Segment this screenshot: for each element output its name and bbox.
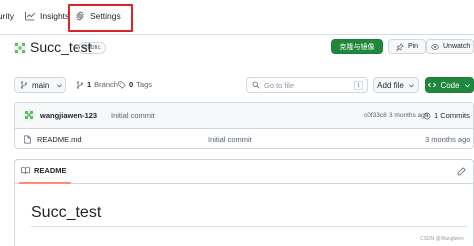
readme-header: README [15,160,474,184]
commit-hash[interactable]: c0f33c8 [364,112,387,119]
add-file-button[interactable]: Add file [373,77,419,93]
tag-count: 0 [129,80,134,89]
code-label: Code [440,80,460,90]
file-icon [24,135,31,144]
tab-insights-label: Insights [40,11,70,21]
tag-word: Tags [136,80,153,89]
git-branch-icon [20,81,28,89]
branch-name: main [32,80,50,90]
readme-tab-label: README [34,166,67,175]
pencil-icon[interactable] [457,167,466,176]
branch-selector[interactable]: main [14,77,66,93]
chevron-down-icon [57,83,63,87]
tags-link[interactable]: 0 Tags [118,80,152,89]
pin-button[interactable]: Pin [388,39,426,54]
tag-icon [118,80,126,89]
pin-icon [396,42,404,51]
go-to-file-search[interactable]: t [246,77,368,93]
readme-heading: Succ_test [31,204,102,221]
graph-icon [25,11,35,21]
branch-word: Branch [94,80,118,89]
file-table: wangjiawen-123 Initial commit c0f33c8 3 … [14,102,474,149]
branches-link[interactable]: 1 Branch [76,80,118,89]
file-commit-time: 3 months ago [425,135,471,144]
repo-identicon-icon [14,42,26,54]
commits-history-link[interactable]: 1 Commits [423,111,470,120]
pin-label: Pin [407,43,419,50]
settings-highlight-annotation [68,4,133,32]
table-row[interactable]: README.md Initial commit 3 months ago [15,130,473,148]
tab-security[interactable]: Security [0,11,14,21]
commits-count-label: 1 Commits [434,111,470,120]
latest-commit-bar: wangjiawen-123 Initial commit c0f33c8 3 … [15,103,473,129]
chevron-down-icon [408,83,414,87]
branch-count: 1 [87,80,92,89]
nav-divider [0,34,474,35]
clone-mirror-button[interactable]: 克隆与镜像 [331,39,383,54]
eye-icon [431,43,439,50]
chevron-down-icon [464,83,470,87]
tab-readme[interactable]: README [21,166,67,175]
book-icon [21,167,30,175]
visibility-badge: Public [78,42,106,54]
commit-author[interactable]: wangjiawen-123 [40,111,97,120]
readme-tab-underline [19,182,71,184]
shortcut-hint: t [354,81,363,90]
repo-nav: Security Insights Settings [0,0,474,36]
file-name[interactable]: README.md [37,135,82,144]
code-button[interactable]: Code [425,77,474,93]
avatar[interactable] [23,109,35,121]
clone-mirror-label: 克隆与镜像 [339,43,375,51]
add-file-label: Add file [377,80,404,90]
readme-divider [31,226,467,227]
search-icon [252,81,260,89]
tab-insights[interactable]: Insights [25,11,69,21]
unwatch-button[interactable]: Unwatch [426,39,474,54]
tab-security-label: Security [0,11,14,21]
go-to-file-input[interactable] [264,80,354,90]
watermark: CSDN @Wanglwen [420,236,464,242]
code-icon [428,82,437,88]
file-commit-message[interactable]: Initial commit [208,135,252,144]
readme-panel: README Succ_test [14,159,474,246]
commit-message[interactable]: Initial commit [111,111,155,120]
unwatch-label: Unwatch [443,43,471,50]
git-branch-icon [76,80,84,89]
history-icon [423,112,431,119]
